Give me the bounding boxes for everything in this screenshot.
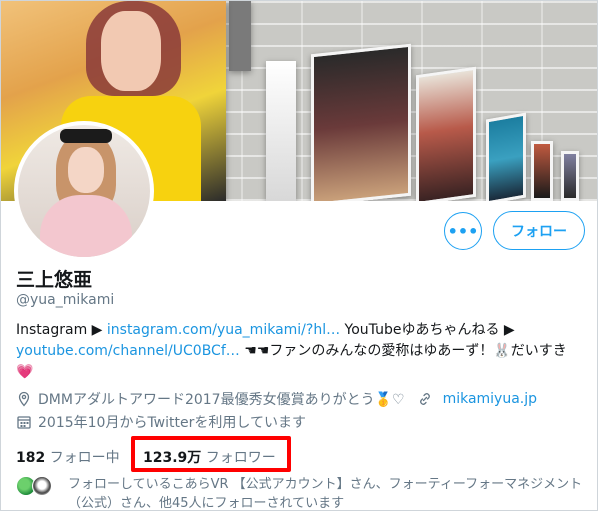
followed-by-text: フォローしているこあらVR 【公式アカウント】さん、フォーティーフォーマネジメン… bbox=[68, 477, 583, 511]
profile-location: DMMアダルトアワード2017最優秀女優賞ありがとう🥇♡ bbox=[38, 392, 405, 408]
followed-by-avatars bbox=[16, 476, 62, 496]
link-icon bbox=[419, 393, 430, 405]
following-link[interactable]: 182 フォロー中 bbox=[16, 447, 120, 467]
banner-poster bbox=[561, 151, 579, 201]
avatar bbox=[32, 476, 52, 496]
banner-poster bbox=[486, 112, 526, 201]
followers-count: 123.9万 bbox=[143, 450, 202, 466]
calendar-icon bbox=[17, 416, 31, 429]
bio-text: YouTubeゆあちゃんねる ▶ bbox=[340, 322, 515, 338]
profile-location-row: DMMアダルトアワード2017最優秀女優賞ありがとう🥇♡ mikamiyua.j… bbox=[16, 389, 537, 409]
banner-pipe bbox=[229, 1, 251, 71]
bio-text: ☚☚ファンのみんなの愛称はゆあーず！🐰だいすき bbox=[239, 343, 567, 359]
followers-label: フォロワー bbox=[205, 450, 276, 466]
followers-link[interactable]: 123.9万 フォロワー bbox=[143, 447, 276, 467]
banner-poster bbox=[311, 43, 411, 201]
heart-emoji: 💗 bbox=[16, 364, 34, 380]
instagram-link[interactable]: instagram.com/yua_mikami/?hl… bbox=[107, 322, 340, 338]
profile-joined-row: 2015年10月からTwitterを利用しています bbox=[16, 412, 306, 432]
profile-name: 三上悠亜 bbox=[16, 269, 93, 291]
location-pin-icon bbox=[18, 391, 30, 407]
profile-joined-date: 2015年10月からTwitterを利用しています bbox=[38, 415, 306, 431]
follow-button[interactable]: フォロー bbox=[493, 211, 585, 250]
following-count: 182 bbox=[16, 450, 46, 466]
profile-avatar[interactable] bbox=[14, 121, 154, 261]
profile-page: ••• フォロー 三上悠亜 @yua_mikami Instagram ▶ in… bbox=[0, 0, 598, 511]
website-link[interactable]: mikamiyua.jp bbox=[443, 391, 537, 407]
more-options-button[interactable]: ••• bbox=[444, 212, 482, 250]
banner-poster bbox=[416, 66, 476, 201]
profile-handle: @yua_mikami bbox=[16, 292, 115, 308]
more-icon: ••• bbox=[447, 221, 479, 241]
follow-button-label: フォロー bbox=[511, 223, 567, 240]
banner-poster bbox=[531, 141, 553, 201]
banner-column bbox=[266, 61, 296, 201]
youtube-link[interactable]: youtube.com/channel/UC0BCf… bbox=[16, 343, 240, 359]
bio-text: Instagram ▶ bbox=[16, 322, 107, 338]
profile-bio: Instagram ▶ instagram.com/yua_mikami/?hl… bbox=[16, 320, 591, 383]
following-label: フォロー中 bbox=[49, 450, 120, 466]
